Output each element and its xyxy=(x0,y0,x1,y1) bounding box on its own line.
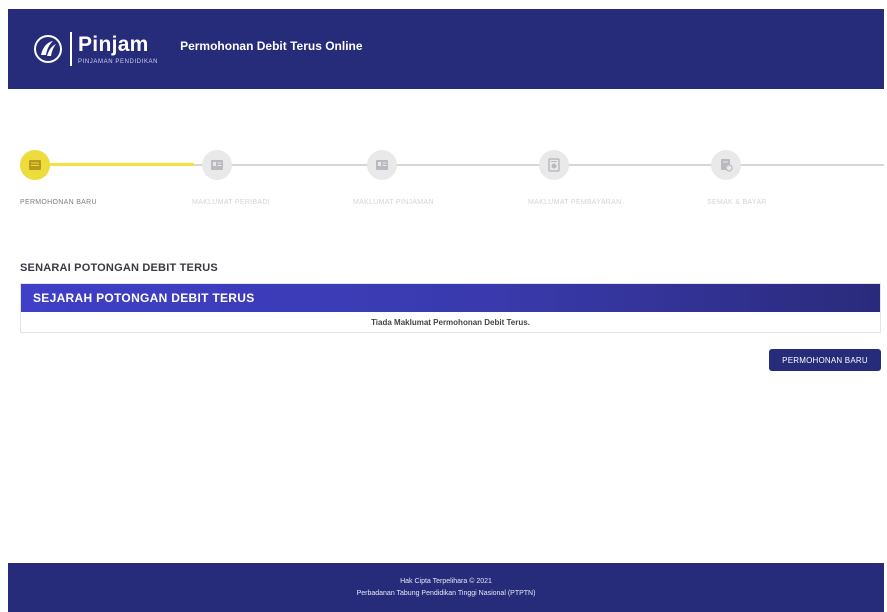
logo-title: Pinjam xyxy=(78,32,149,56)
top-header: Pinjam PINJAMAN PENDIDIKAN Permohonan De… xyxy=(8,9,884,89)
pinjam-logo-icon xyxy=(32,33,64,65)
step-label: MAKLUMAT PEMBAYARAN xyxy=(528,199,622,206)
footer: Hak Cipta Terpelihara © 2021 Perbadanan … xyxy=(8,563,884,612)
logo-divider xyxy=(70,32,72,66)
review-icon xyxy=(721,159,733,172)
step-label: PERMOHONAN BARU xyxy=(20,199,97,206)
step-maklumat-peribadi[interactable] xyxy=(202,150,232,180)
document-icon xyxy=(29,160,41,170)
logo-text: Pinjam PINJAMAN PENDIDIKAN xyxy=(78,32,159,65)
payment-icon xyxy=(548,158,560,172)
panel-header: SEJARAH POTONGAN DEBIT TERUS xyxy=(21,284,880,312)
step-label: SEMAK & BAYAR xyxy=(707,199,767,206)
new-application-button[interactable]: PERMOHONAN BARU xyxy=(769,349,881,371)
footer-organization: Perbadanan Tabung Pendidikan Tinggi Nasi… xyxy=(356,590,536,597)
step-semak-bayar[interactable] xyxy=(711,150,741,180)
id-card-icon xyxy=(376,160,388,170)
section-title: SENARAI POTONGAN DEBIT TERUS xyxy=(20,262,218,274)
step-label: MAKLUMAT PERIBADI xyxy=(192,199,270,206)
step-maklumat-pembayaran[interactable] xyxy=(539,150,569,180)
application-stepper: PERMOHONAN BARU MAKLUMAT PERIBADI MAKLUM… xyxy=(8,140,884,220)
history-panel: SEJARAH POTONGAN DEBIT TERUS Tiada Maklu… xyxy=(20,283,881,333)
step-maklumat-pinjaman[interactable] xyxy=(367,150,397,180)
logo-subtitle: PINJAMAN PENDIDIKAN xyxy=(78,58,159,65)
id-card-icon xyxy=(211,160,223,170)
stepper-track-progress xyxy=(44,163,194,166)
page-title: Permohonan Debit Terus Online xyxy=(180,39,363,53)
step-permohonan-baru[interactable] xyxy=(20,150,50,180)
empty-state-message: Tiada Maklumat Permohonan Debit Terus. xyxy=(371,317,530,327)
footer-copyright: Hak Cipta Terpelihara © 2021 xyxy=(400,578,492,585)
step-label: MAKLUMAT PINJAMAN xyxy=(353,199,434,206)
